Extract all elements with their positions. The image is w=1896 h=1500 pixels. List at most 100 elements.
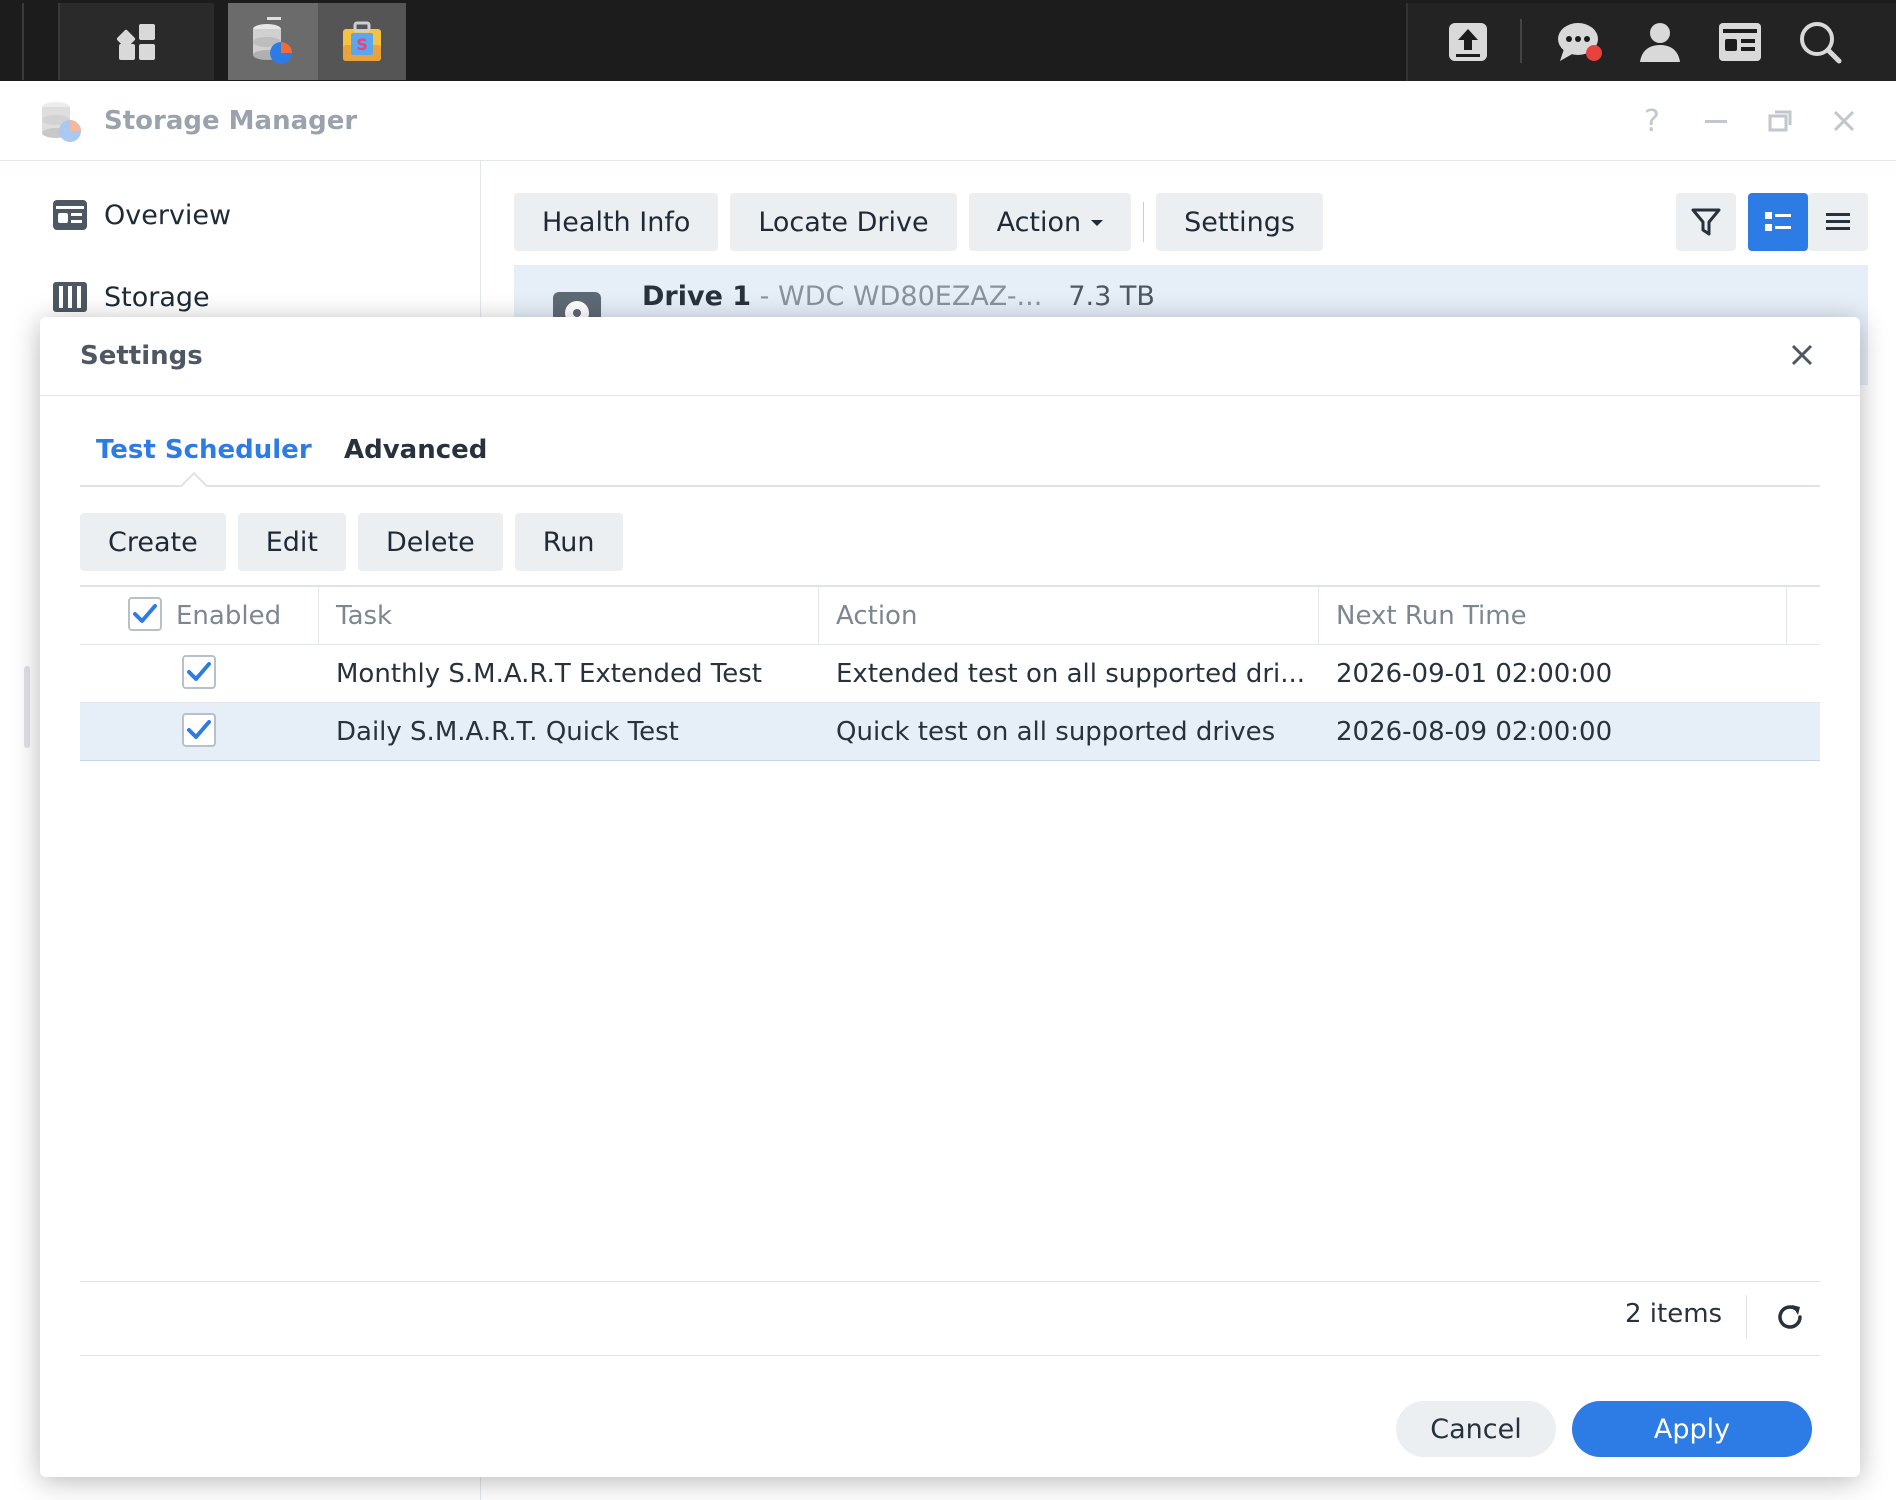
filter-icon (1691, 208, 1721, 236)
storage-icon (53, 282, 87, 312)
table-row[interactable]: Monthly S.M.A.R.T Extended Test Extended… (80, 645, 1820, 703)
svg-text:S: S (356, 35, 368, 54)
create-button[interactable]: Create (80, 513, 226, 571)
task-name: Daily S.M.A.R.T. Quick Test (336, 717, 679, 747)
taskbar: S (0, 0, 1896, 81)
chat-button[interactable] (1548, 3, 1612, 80)
sidebar-item-label: Storage (104, 281, 210, 313)
close-icon (1791, 344, 1813, 366)
list-view-button[interactable] (1808, 193, 1868, 251)
search-icon (1800, 21, 1842, 63)
drive-size: 7.3 TB (1068, 281, 1155, 312)
table-footer-bottom-border (80, 1355, 1820, 1356)
row-enabled-checkbox[interactable] (182, 655, 216, 689)
close-window-button[interactable] (1826, 103, 1862, 139)
row-enabled-checkbox[interactable] (182, 713, 216, 747)
checkmark-icon (187, 662, 211, 681)
items-count: 2 items (1625, 1299, 1723, 1329)
user-icon (1640, 22, 1680, 62)
checkmark-icon (133, 604, 157, 623)
enabled-header-checkbox[interactable] (128, 597, 162, 631)
table-row[interactable]: Daily S.M.A.R.T. Quick Test Quick test o… (80, 703, 1820, 761)
task-action: Quick test on all supported drives (836, 717, 1276, 747)
drive-name: Drive 1 (642, 281, 752, 312)
drive-model: - WDC WD80EZAZ-... (751, 281, 1043, 312)
action-label: Action (996, 206, 1082, 238)
sidebar-selection-marker (24, 666, 30, 748)
column-separator (818, 587, 819, 645)
settings-dialog: Settings Test Scheduler Advanced Create … (40, 317, 1860, 1477)
menu-list-icon (1826, 213, 1850, 230)
tab-advanced[interactable]: Advanced (344, 435, 487, 465)
detail-view-button[interactable] (1748, 193, 1808, 251)
column-separator (1318, 587, 1319, 645)
close-icon (1833, 110, 1855, 132)
column-separator (1786, 587, 1787, 645)
refresh-icon (1778, 1305, 1802, 1329)
column-next-run-time[interactable]: Next Run Time (1336, 601, 1527, 631)
apply-button[interactable]: Apply (1572, 1401, 1812, 1457)
window-title: Storage Manager (104, 106, 358, 136)
caret-down-icon (1091, 220, 1104, 226)
task-table: Enabled Task Action Next Run Time Monthl… (80, 585, 1820, 1285)
main-menu-icon (117, 23, 155, 60)
sidebar-item-label: Overview (104, 199, 232, 231)
user-button[interactable] (1630, 3, 1690, 80)
tab-test-scheduler[interactable]: Test Scheduler (96, 435, 312, 465)
checkmark-icon (187, 720, 211, 739)
taskbar-tray (1406, 3, 1896, 81)
list-detail-icon (1765, 212, 1791, 231)
drive-summary: Drive 1 - WDC WD80EZAZ-... 7.3 TB (642, 281, 1155, 312)
main-menu-button[interactable] (60, 3, 214, 80)
run-button[interactable]: Run (514, 513, 623, 571)
column-task[interactable]: Task (336, 601, 392, 631)
delete-button[interactable]: Delete (358, 513, 503, 571)
package-center-taskbar-button[interactable]: S (318, 3, 406, 80)
sidebar-item-storage[interactable]: Storage (52, 281, 210, 313)
footer-divider (1746, 1295, 1747, 1339)
maximize-button[interactable] (1762, 103, 1798, 139)
storage-manager-app-icon (253, 16, 292, 64)
widgets-icon (1719, 22, 1761, 61)
sidebar-item-overview[interactable]: Overview (52, 199, 231, 231)
close-dialog-button[interactable] (1784, 337, 1820, 373)
action-dropdown-button[interactable]: Action (968, 193, 1132, 251)
overview-icon (53, 200, 87, 230)
chat-notification-icon (1558, 22, 1602, 61)
help-button[interactable]: ? (1634, 103, 1670, 139)
task-action: Extended test on all supported dri... (836, 659, 1306, 689)
search-button[interactable] (1790, 3, 1850, 80)
cancel-button[interactable]: Cancel (1396, 1401, 1556, 1457)
column-enabled[interactable]: Enabled (176, 601, 281, 631)
storage-manager-taskbar-button[interactable] (228, 3, 318, 80)
edit-button[interactable]: Edit (237, 513, 347, 571)
refresh-button[interactable] (1770, 1297, 1810, 1337)
upload-button[interactable] (1438, 3, 1498, 80)
dialog-divider (40, 395, 1860, 396)
task-name: Monthly S.M.A.R.T Extended Test (336, 659, 762, 689)
column-action[interactable]: Action (836, 601, 917, 631)
toolbar-divider (1143, 202, 1145, 242)
table-footer-top-border (80, 1281, 1820, 1282)
taskbar-divider (22, 3, 24, 80)
main-toolbar: Health Info Locate Drive Action Settings (514, 193, 1323, 251)
active-tab-indicator (179, 471, 209, 501)
table-header: Enabled Task Action Next Run Time (80, 587, 1820, 645)
health-info-button[interactable]: Health Info (514, 193, 719, 251)
task-next-run: 2026-08-09 02:00:00 (1336, 717, 1613, 747)
minimize-icon (1705, 120, 1727, 123)
widgets-button[interactable] (1710, 3, 1770, 80)
scheduler-toolbar: Create Edit Delete Run (80, 513, 623, 571)
storage-manager-app-icon (42, 102, 81, 142)
settings-button[interactable]: Settings (1156, 193, 1323, 251)
tray-divider (1520, 19, 1522, 63)
restore-icon (1768, 110, 1792, 132)
locate-drive-button[interactable]: Locate Drive (730, 193, 957, 251)
upload-icon (1449, 22, 1487, 61)
dialog-title: Settings (80, 341, 203, 371)
filter-button[interactable] (1676, 193, 1736, 251)
window-titlebar: Storage Manager ? (0, 81, 1896, 161)
package-center-app-icon: S (343, 21, 381, 61)
dialog-tabs: Test Scheduler Advanced (80, 427, 1820, 501)
minimize-button[interactable] (1698, 103, 1734, 139)
